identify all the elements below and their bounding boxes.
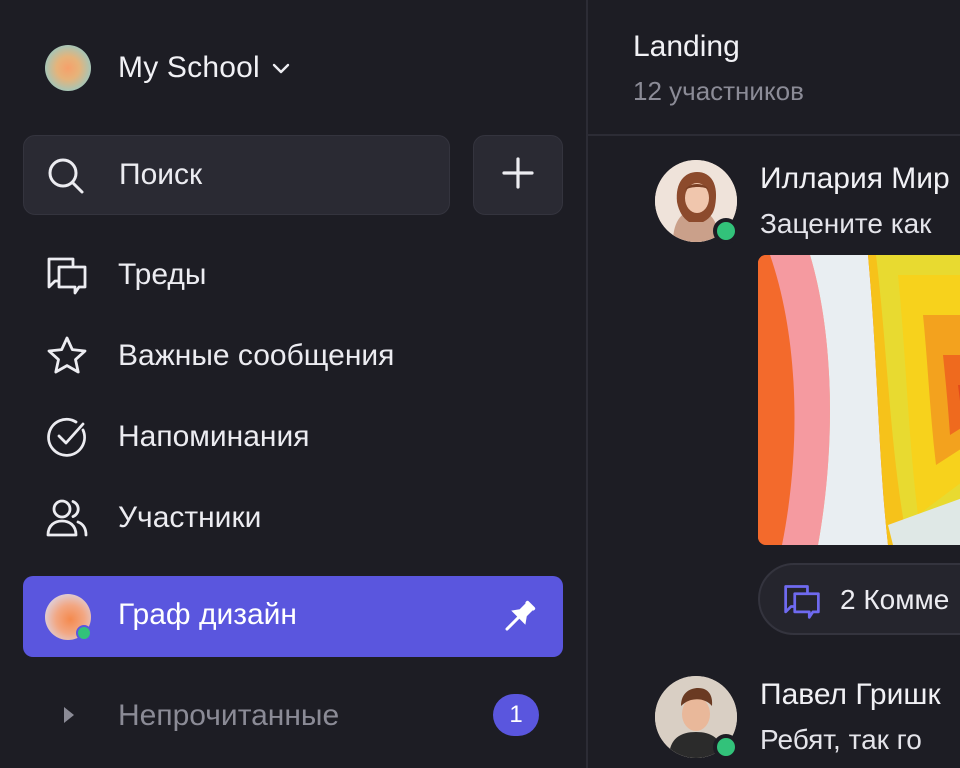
chat-title: Landing [633, 30, 740, 63]
online-indicator [713, 218, 739, 244]
nav-label-threads: Треды [118, 258, 207, 291]
comments-button[interactable]: 2 Комме [758, 563, 960, 635]
sidebar: My School Поиск Треды Важные сообщения Н… [0, 0, 586, 768]
users-icon [45, 496, 89, 540]
chat-panel: Landing 12 участников Иллария Мир Зацени… [588, 0, 960, 768]
unread-count-badge: 1 [493, 694, 539, 736]
chevron-down-icon [270, 57, 292, 79]
star-icon [45, 334, 89, 378]
message-author[interactable]: Павел Гришк [760, 678, 941, 712]
add-button[interactable] [473, 135, 563, 215]
chat-member-count: 12 участников [633, 76, 804, 106]
nav-item-reminders[interactable]: Напоминания [23, 402, 563, 472]
caret-right-icon [59, 704, 79, 726]
chat-header: Landing 12 участников [588, 0, 960, 136]
comments-label: 2 Комме [840, 584, 950, 615]
threads-icon [45, 253, 89, 297]
channel-name: Граф дизайн [118, 598, 297, 631]
message-text: Зацените как [760, 208, 932, 239]
online-indicator [76, 625, 92, 641]
workspace-avatar [45, 45, 91, 91]
plus-icon [501, 156, 535, 195]
check-circle-icon [45, 415, 89, 459]
workspace-switcher[interactable]: My School [45, 45, 292, 91]
pin-icon[interactable] [498, 596, 540, 638]
nav-label-members: Участники [118, 501, 262, 534]
online-indicator [713, 734, 739, 760]
search-icon [46, 156, 86, 196]
nav-item-threads[interactable]: Треды [23, 240, 563, 310]
threads-icon [782, 581, 822, 621]
channel-item-active[interactable]: Граф дизайн [23, 576, 563, 657]
message-author[interactable]: Иллария Мир [760, 162, 950, 196]
image-attachment[interactable] [758, 255, 960, 545]
search-label: Поиск [119, 158, 203, 191]
nav-item-starred[interactable]: Важные сообщения [23, 321, 563, 391]
nav-item-members[interactable]: Участники [23, 483, 563, 553]
unread-label: Непрочитанные [118, 699, 340, 732]
nav-label-starred: Важные сообщения [118, 339, 395, 372]
app-window: My School Поиск Треды Важные сообщения Н… [0, 0, 960, 768]
message-text: Ребят, так го [760, 724, 922, 755]
nav-label-reminders: Напоминания [118, 420, 310, 453]
workspace-name: My School [118, 51, 260, 84]
unread-section-toggle[interactable]: Непрочитанные 1 [23, 680, 563, 750]
search-button[interactable]: Поиск [23, 135, 450, 215]
